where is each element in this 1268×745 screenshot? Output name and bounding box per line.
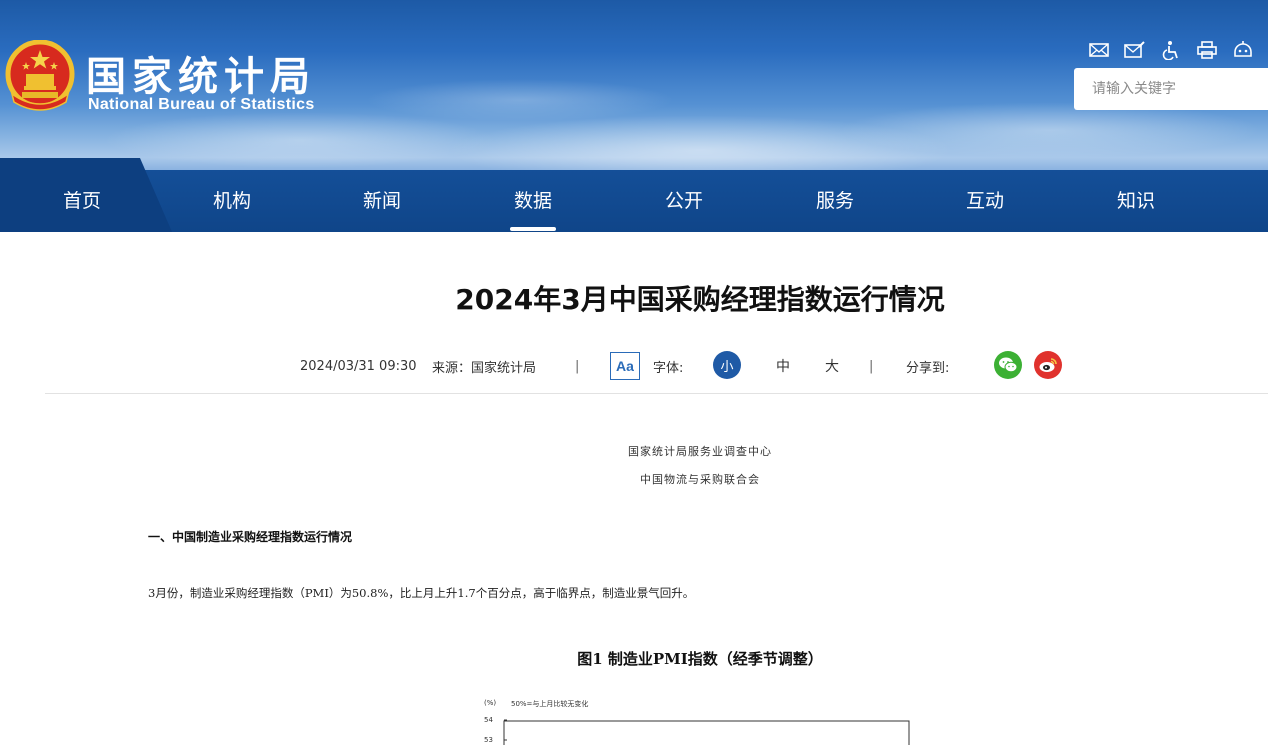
nav-item-knowledge[interactable]: 知识 [1096, 170, 1176, 232]
chart-y-tick-label: 54 [484, 716, 493, 724]
mail-icon[interactable] [1088, 40, 1110, 60]
site-title-en[interactable]: National Bureau of Statistics [88, 96, 315, 114]
chart-plot-frame [503, 720, 910, 745]
font-size-medium-button[interactable]: 中 [776, 356, 790, 376]
nav-item-institutions[interactable]: 机构 [192, 170, 272, 232]
site-title-cn[interactable]: 国家统计局 [86, 44, 316, 102]
mail-edit-icon[interactable] [1124, 40, 1146, 60]
font-size-large-button[interactable]: 大 [825, 356, 839, 376]
org-line-2: 中国物流与采购联合会 [640, 473, 760, 486]
font-size-small-button[interactable]: 小 [713, 351, 741, 379]
header-tools [1088, 40, 1254, 60]
nav-item-data[interactable]: 数据 [493, 170, 573, 232]
nav-item-news[interactable]: 新闻 [342, 170, 422, 232]
accessibility-icon[interactable] [1160, 40, 1182, 60]
chart-y-unit: (%) [484, 699, 497, 707]
section-heading: 一、中国制造业采购经理指数运行情况 [148, 530, 353, 544]
meta-divider [45, 393, 1268, 394]
nav-item-disclosure[interactable]: 公开 [644, 170, 724, 232]
search-input[interactable] [1074, 68, 1268, 110]
article-paragraph: 3月份，制造业采购经理指数（PMI）为50.8%，比上月上升1.7个百分点，高于… [148, 586, 695, 600]
robot-icon[interactable] [1232, 40, 1254, 60]
weibo-icon[interactable] [1034, 351, 1062, 379]
chart-note: 50%=与上月比较无变化 [511, 700, 589, 708]
font-size-icon: Aa [610, 352, 640, 380]
article-source: 来源：国家统计局 [432, 360, 537, 376]
nav-item-interaction[interactable]: 互动 [945, 170, 1025, 232]
share-label: 分享到: [906, 360, 950, 376]
pmi-chart: 54 53 [484, 716, 910, 745]
meta-separator: | [869, 358, 874, 374]
chart-y-tick-label: 53 [484, 736, 493, 744]
publish-date: 2024/03/31 09:30 [300, 358, 417, 374]
nav-item-services[interactable]: 服务 [795, 170, 875, 232]
article-title: 2024年3月中国采购经理指数运行情况 [455, 283, 945, 316]
nav-item-home[interactable]: 首页 [42, 170, 122, 232]
print-icon[interactable] [1196, 40, 1218, 60]
meta-separator: | [575, 358, 580, 374]
national-emblem-icon[interactable] [4, 40, 76, 114]
figure-title: 图1 制造业PMI指数（经季节调整） [577, 650, 823, 668]
font-size-label: 字体: [653, 360, 684, 376]
main-nav [0, 170, 1268, 232]
wechat-icon[interactable] [994, 351, 1022, 379]
org-line-1: 国家统计局服务业调查中心 [628, 445, 772, 458]
nav-active-indicator [510, 227, 556, 231]
